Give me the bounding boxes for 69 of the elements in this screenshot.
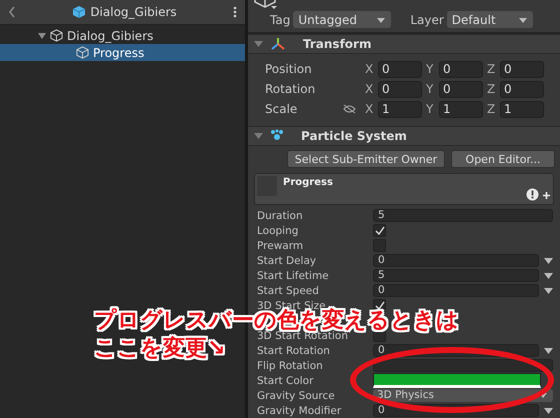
property-label: Start Delay xyxy=(257,254,318,266)
property-label: Start Rotation xyxy=(257,344,331,356)
value-field[interactable] xyxy=(373,359,553,372)
module-header[interactable]: Progress xyxy=(254,173,554,205)
property-label: Flip Rotation xyxy=(257,360,324,372)
axis-label: X xyxy=(365,82,374,96)
cube-icon xyxy=(50,29,63,42)
property-label: Position xyxy=(265,62,313,76)
tag-label: Tag xyxy=(270,12,290,27)
hierarchy-item[interactable]: Dialog_Gibiers xyxy=(0,27,245,44)
number-field[interactable]: 1 xyxy=(500,100,544,118)
number-field[interactable]: 0 xyxy=(500,60,544,78)
cube-icon xyxy=(72,5,86,19)
layer-dropdown[interactable]: Default xyxy=(446,11,533,28)
warning-icon[interactable] xyxy=(526,188,539,201)
number-field[interactable]: 0 xyxy=(439,60,483,78)
property-label: Start Lifetime xyxy=(257,270,330,282)
color-field[interactable] xyxy=(373,373,541,388)
preview-swatch xyxy=(257,176,277,196)
number-field[interactable]: 1 xyxy=(378,100,422,118)
expand-arrow-icon[interactable] xyxy=(254,40,263,48)
value-field[interactable]: 0 xyxy=(373,284,539,297)
number-field[interactable]: 1 xyxy=(439,100,483,118)
number-field[interactable]: 0 xyxy=(378,60,422,78)
number-field[interactable]: 0 xyxy=(500,80,544,98)
editor-button[interactable]: Open Editor... xyxy=(451,150,555,168)
property-label: Prewarm xyxy=(257,240,304,252)
number-field[interactable]: 0 xyxy=(378,80,422,98)
expand-arrow-icon[interactable] xyxy=(254,132,263,140)
checkbox[interactable] xyxy=(373,224,386,237)
property-label: Gravity Source xyxy=(257,390,336,402)
property-label: Gravity Modifier xyxy=(257,404,342,416)
value-field[interactable]: 5 xyxy=(373,269,539,282)
cube-icon xyxy=(76,46,89,59)
property-label: Scale xyxy=(265,102,298,116)
axis-label: Z xyxy=(487,102,496,116)
plus-icon[interactable] xyxy=(543,192,550,199)
axis-label: Y xyxy=(426,82,434,96)
axis-label: Y xyxy=(426,62,434,76)
property-label: Looping xyxy=(257,224,300,236)
component-header[interactable]: Transform xyxy=(248,34,560,54)
axis-label: Z xyxy=(487,82,496,96)
axis-label: X xyxy=(365,62,374,76)
property-label: Start Speed xyxy=(257,284,320,296)
axis-label: Z xyxy=(487,62,496,76)
scene-title: Dialog_Gibiers xyxy=(90,5,177,19)
back-icon[interactable] xyxy=(8,6,16,18)
dropdown-icon[interactable] xyxy=(544,348,553,354)
dropdown[interactable]: 3D Physics xyxy=(373,389,553,402)
property-label: Start Color xyxy=(257,374,314,386)
property-label: 3D Start Rotation xyxy=(257,330,348,342)
expand-arrow-icon[interactable] xyxy=(38,32,46,40)
editor-button[interactable]: Select Sub-Emitter Owner xyxy=(287,150,445,168)
dropdown-icon[interactable] xyxy=(544,408,553,414)
axes-icon xyxy=(270,37,286,52)
axis-label: X xyxy=(365,102,374,116)
hierarchy-item[interactable]: Progress xyxy=(0,44,245,61)
layer-label: Layer xyxy=(410,12,444,27)
value-field[interactable]: 5 xyxy=(373,209,553,222)
property-label: Rotation xyxy=(265,82,316,96)
axis-label: Y xyxy=(426,102,434,116)
link-icon[interactable] xyxy=(343,104,356,114)
property-label: Duration xyxy=(257,210,304,222)
number-field[interactable]: 0 xyxy=(439,80,483,98)
checkbox[interactable] xyxy=(373,299,386,312)
tag-dropdown[interactable]: Untagged xyxy=(293,11,392,28)
component-header[interactable]: Particle System xyxy=(248,126,560,146)
value-field[interactable]: 0 xyxy=(373,254,539,267)
more-icon[interactable] xyxy=(233,6,237,18)
